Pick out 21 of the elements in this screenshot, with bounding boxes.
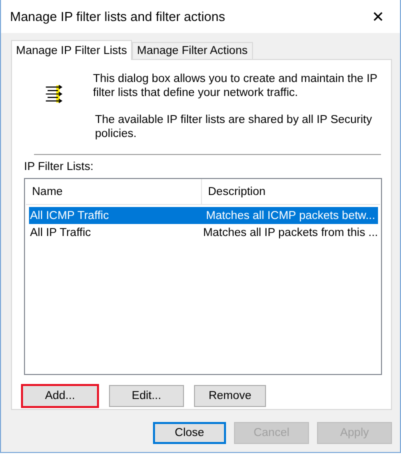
description-text: The available IP filter lists are shared by all IP Security policies. [94, 113, 373, 141]
filter-list-icon [45, 82, 64, 106]
column-header[interactable]: Name [26, 179, 202, 204]
list-row[interactable]: All ICMP Traffic Matches all ICMP packets betw... [29, 207, 378, 224]
list-button[interactable]: Edit... [109, 385, 184, 407]
dialog-button[interactable]: Close [153, 422, 226, 444]
filter-list[interactable]: Name Description All ICMP Traffic Matches all ICMP packets betw... All IP Traffic Matches all IP packets from this ... [24, 178, 382, 375]
list-cell: Matches all ICMP packets betw... [206, 210, 376, 222]
list-button[interactable]: Remove [194, 385, 266, 407]
list-label: IP Filter Lists: [24, 161, 94, 175]
window-title: Manage IP filter lists and filter actions [10, 9, 226, 24]
list-row[interactable]: All IP Traffic Matches all IP packets from this ... [29, 224, 378, 241]
close-button[interactable]: ✕ [356, 0, 400, 32]
list-cell-text: All ICMP Traffic [29, 210, 110, 222]
list-button[interactable]: Add... [21, 384, 99, 408]
column-header[interactable]: Description [202, 179, 266, 204]
list-cell: Matches all IP packets from this ... [203, 226, 378, 238]
tab[interactable]: Manage IP Filter Lists [11, 40, 132, 60]
tab[interactable]: Manage Filter Actions [132, 42, 253, 59]
list-cell-text: All IP Traffic [29, 226, 92, 238]
description-text: This dialog box allows you to create and maintain the IP filter lists that define your network traffic. [93, 72, 378, 100]
